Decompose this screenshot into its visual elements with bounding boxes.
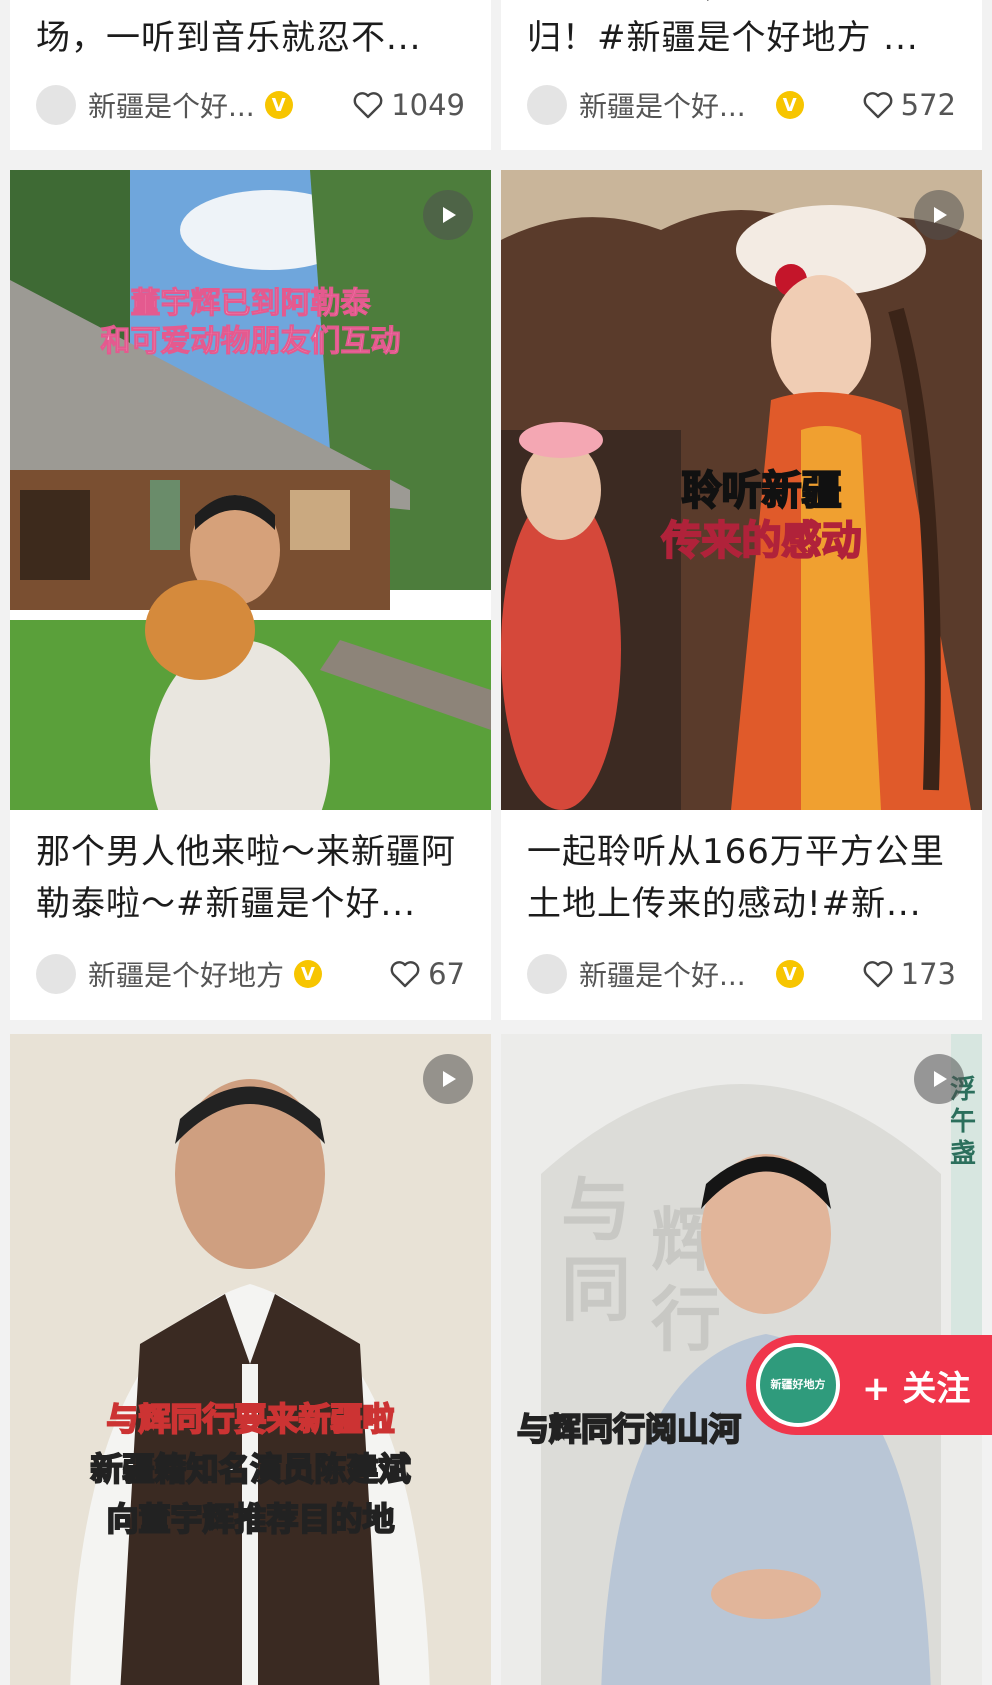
like-count: 1049 bbox=[391, 88, 465, 122]
thumbnail-overlay-line-2: 和可爱动物朋友们互动 bbox=[100, 324, 401, 360]
author-name[interactable]: 新疆是个好... bbox=[88, 85, 255, 125]
thumbnail-overlay-line-2: 新疆籍知名演员陈建斌 bbox=[89, 1449, 411, 1489]
video-card-mid-right[interactable]: 聆听新疆 传来的感动 一起聆听从166万平方公里 土地上传来的感动!#新... … bbox=[501, 170, 982, 1020]
author-name[interactable]: 新疆是个好... bbox=[579, 85, 746, 125]
account-avatar[interactable]: 新疆好地方 bbox=[756, 1343, 840, 1427]
card-meta: 新疆是个好... V 1049 bbox=[36, 84, 465, 126]
video-card-bottom-left[interactable]: 与辉同行要来新疆啦 新疆籍知名演员陈建斌 向董宇辉推荐目的地 bbox=[10, 1034, 491, 1685]
play-button[interactable] bbox=[423, 1054, 473, 1104]
like-count: 572 bbox=[900, 88, 956, 122]
video-card-mid-left[interactable]: 董宇辉已到阿勒泰 和可爱动物朋友们互动 那个男人他来啦～来新疆阿 勒泰啦～#新疆… bbox=[10, 170, 491, 1020]
author-avatar[interactable] bbox=[527, 954, 567, 994]
svg-text:同: 同 bbox=[561, 1249, 631, 1331]
video-thumbnail[interactable]: 与辉同行要来新疆啦 新疆籍知名演员陈建斌 向董宇辉推荐目的地 bbox=[10, 1034, 491, 1685]
author-name[interactable]: 新疆是个好... bbox=[579, 954, 746, 994]
heart-outline-icon[interactable] bbox=[390, 960, 420, 988]
thumbnail-overlay-line-1: 与辉同行要来新疆啦 bbox=[105, 1399, 395, 1439]
author-avatar[interactable] bbox=[527, 85, 567, 125]
card-meta: 新疆是个好地方 V 67 bbox=[36, 953, 465, 995]
verified-badge-icon: V bbox=[294, 960, 323, 988]
card-meta: 新疆是个好... V 572 bbox=[527, 84, 956, 126]
card-caption-line-1: 根是股较与，与辉同行回 bbox=[527, 0, 962, 12]
thumbnail-scene-log-cabin bbox=[10, 170, 491, 810]
like-count: 67 bbox=[428, 957, 465, 991]
verified-badge-icon: V bbox=[775, 91, 804, 119]
play-button[interactable] bbox=[914, 1054, 964, 1104]
svg-text:与: 与 bbox=[561, 1169, 631, 1251]
author-name[interactable]: 新疆是个好地方 bbox=[88, 954, 284, 994]
verified-badge-icon: V bbox=[264, 91, 293, 119]
thumbnail-overlay-line-3: 向董宇辉推荐目的地 bbox=[105, 1499, 395, 1539]
thumbnail-scene-actor-portrait bbox=[10, 1034, 491, 1685]
author-avatar[interactable] bbox=[36, 954, 76, 994]
card-caption-line-2: 场，一听到音乐就忍不... bbox=[36, 18, 422, 58]
thumbnail-overlay-line-1: 与辉同行阅山河 bbox=[516, 1409, 742, 1449]
author-avatar[interactable] bbox=[36, 85, 76, 125]
video-thumbnail[interactable]: 董宇辉已到阿勒泰 和可爱动物朋友们互动 bbox=[10, 170, 491, 810]
heart-outline-icon[interactable] bbox=[353, 91, 383, 119]
heart-outline-icon[interactable] bbox=[863, 91, 893, 119]
play-icon bbox=[443, 1071, 456, 1087]
video-card-top-left[interactable]: 与辉同行 新疆直播精彩现 场，一听到音乐就忍不... 新疆是个好... V 10… bbox=[10, 0, 491, 150]
play-icon bbox=[934, 1071, 947, 1087]
card-caption-line-1: 一起聆听从166万平方公里 bbox=[527, 832, 945, 872]
card-caption-line-1: 那个男人他来啦～来新疆阿 bbox=[36, 832, 456, 872]
card-caption-line-2: 勒泰啦～#新疆是个好... bbox=[36, 884, 416, 924]
video-card-top-right[interactable]: 根是股较与，与辉同行回 归！#新疆是个好地方 ... 新疆是个好... V 57… bbox=[501, 0, 982, 150]
verified-badge-icon: V bbox=[775, 960, 804, 988]
play-button[interactable] bbox=[914, 190, 964, 240]
heart-outline-icon[interactable] bbox=[863, 960, 893, 988]
svg-text:行: 行 bbox=[651, 1279, 721, 1361]
play-icon bbox=[443, 207, 456, 223]
video-thumbnail[interactable]: 聆听新疆 传来的感动 bbox=[501, 170, 982, 810]
card-meta: 新疆是个好... V 173 bbox=[527, 953, 956, 995]
card-caption-line-2: 土地上传来的感动!#新... bbox=[527, 884, 922, 924]
like-count: 173 bbox=[900, 957, 956, 991]
account-avatar-text: 新疆好地方 bbox=[770, 1378, 826, 1391]
play-button[interactable] bbox=[423, 190, 473, 240]
card-caption-line-2: 归！#新疆是个好地方 ... bbox=[527, 18, 919, 58]
follow-label: + 关注 bbox=[862, 1368, 971, 1409]
play-icon bbox=[934, 207, 947, 223]
follow-button[interactable]: 新疆好地方 + 关注 bbox=[746, 1335, 992, 1435]
card-caption-line-1: 与辉同行 新疆直播精彩现 bbox=[36, 0, 471, 12]
thumbnail-overlay-line-2: 传来的感动 bbox=[661, 517, 863, 565]
